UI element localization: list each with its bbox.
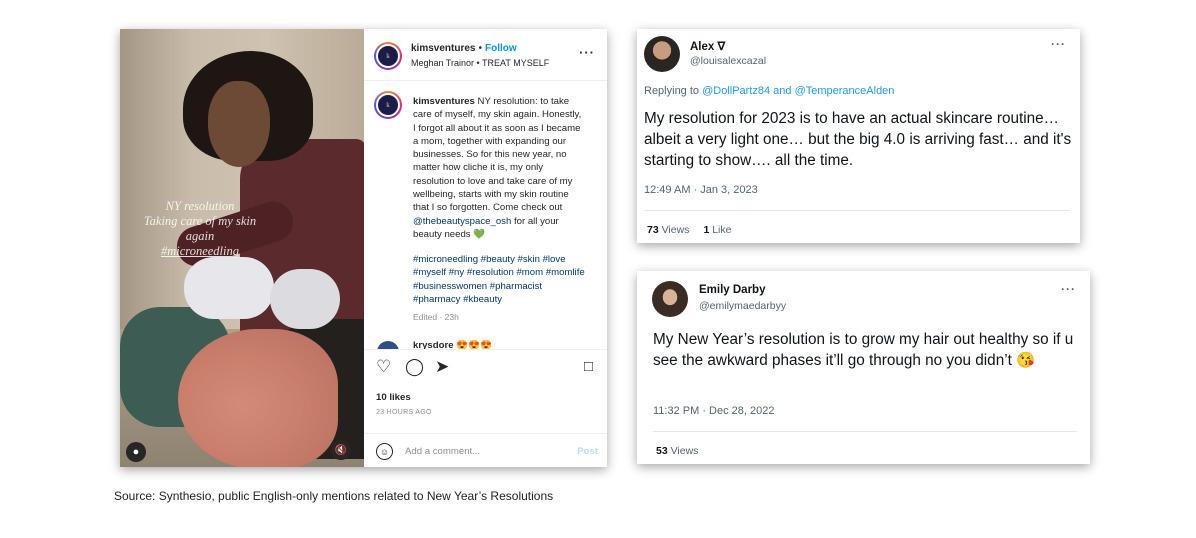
divider xyxy=(653,431,1077,432)
post-header: k kimsventures • Follow Meghan Trainor • T… xyxy=(364,29,607,81)
like-count[interactable]: 10 likes xyxy=(376,392,411,403)
more-icon[interactable]: ··· xyxy=(1061,282,1076,296)
avatar[interactable] xyxy=(652,281,688,317)
tweet-stats: 73 Views 1 Like xyxy=(647,224,731,236)
comment-bar: ☺ Add a comment... Post xyxy=(364,433,607,467)
comment-preview: krysdore 😍😍😍 xyxy=(374,339,599,349)
commenter-name[interactable]: krysdore 😍😍😍 xyxy=(413,340,492,349)
instagram-post-card: NY resolution Taking care of my skin aga… xyxy=(120,29,607,467)
follow-button[interactable]: Follow xyxy=(485,43,517,54)
replying-to-links[interactable]: @DollPartz84 and @TemperanceAlden xyxy=(702,85,894,97)
tweet-stats: 53 Views xyxy=(656,445,698,457)
commenter-avatar[interactable] xyxy=(377,341,399,349)
more-icon[interactable]: ··· xyxy=(1051,37,1066,51)
post-author: kimsventures • Follow xyxy=(411,43,517,54)
bookmark-icon[interactable]: □ xyxy=(584,358,593,375)
tweet-author-name[interactable]: Emily Darby xyxy=(699,284,765,296)
caption-text: kimsventures NY resolution: to take care… xyxy=(413,96,582,240)
tweet-timestamp[interactable]: 12:49 AM · Jan 3, 2023 xyxy=(644,184,758,196)
tweet-author-handle[interactable]: @emilymaedarbyy xyxy=(699,300,786,312)
caption-avatar[interactable]: k xyxy=(374,91,402,119)
action-bar: ♡ ◯ ➤ □ xyxy=(364,349,607,377)
user-icon[interactable]: ● xyxy=(126,442,146,462)
heart-icon[interactable]: ♡ xyxy=(376,358,391,375)
photo-glove-2 xyxy=(270,269,340,329)
edited-label: Edited · 23h xyxy=(413,312,459,322)
tweet-card-alex: Alex ∇ @louisalexcazal ··· Replying to @… xyxy=(637,29,1080,243)
mute-icon[interactable]: 🔇 xyxy=(331,440,351,460)
divider xyxy=(644,210,1070,211)
username-link[interactable]: kimsventures xyxy=(411,43,475,54)
views-count[interactable]: 53 Views xyxy=(656,445,698,457)
tweet-author-handle[interactable]: @louisalexcazal xyxy=(690,55,766,67)
photo-patient-face xyxy=(178,329,338,467)
avatar[interactable]: k xyxy=(374,42,402,70)
tweet-author-name[interactable]: Alex ∇ xyxy=(690,39,725,53)
post-button[interactable]: Post xyxy=(577,446,598,457)
caption-hashtags[interactable]: #microneedling #beauty #skin #love #myse… xyxy=(413,253,585,306)
tweet-timestamp[interactable]: 11:32 PM · Dec 28, 2022 xyxy=(653,405,774,417)
post-time: 23 HOURS AGO xyxy=(376,409,432,416)
post-video[interactable]: NY resolution Taking care of my skin aga… xyxy=(120,29,364,467)
caption-area: k kimsventures NY resolution: to take ca… xyxy=(364,81,607,339)
video-overlay-text: NY resolution Taking care of my skin aga… xyxy=(143,199,257,258)
tweet-text: My New Year’s resolution is to grow my h… xyxy=(653,331,1074,369)
comment-input[interactable]: Add a comment... xyxy=(405,446,480,457)
photo-practitioner-face xyxy=(208,81,270,167)
likes-count[interactable]: 1 Like xyxy=(703,224,731,236)
caption-mention[interactable]: @thebeautyspace_osh xyxy=(413,216,511,227)
avatar[interactable] xyxy=(644,36,680,72)
photo-glove xyxy=(184,257,274,319)
tweet-text: My resolution for 2023 is to have an act… xyxy=(644,110,1072,169)
share-icon[interactable]: ➤ xyxy=(435,358,449,375)
source-note: Source: Synthesio, public English-only m… xyxy=(114,489,554,503)
caption-username[interactable]: kimsventures xyxy=(413,96,475,107)
tweet-card-emily: Emily Darby @emilymaedarbyy ··· My New Y… xyxy=(637,271,1090,464)
emoji-icon[interactable]: ☺ xyxy=(376,443,393,460)
views-count[interactable]: 73 Views xyxy=(647,224,689,236)
more-icon[interactable]: ··· xyxy=(579,45,595,60)
replying-to: Replying to @DollPartz84 and @Temperance… xyxy=(644,85,895,97)
green-heart-emoji: 💚 xyxy=(473,228,486,240)
comment-icon[interactable]: ◯ xyxy=(405,358,424,375)
post-sidebar: k kimsventures • Follow Meghan Trainor • T… xyxy=(364,29,607,467)
audio-track[interactable]: Meghan Trainor • TREAT MYSELF xyxy=(411,58,549,68)
